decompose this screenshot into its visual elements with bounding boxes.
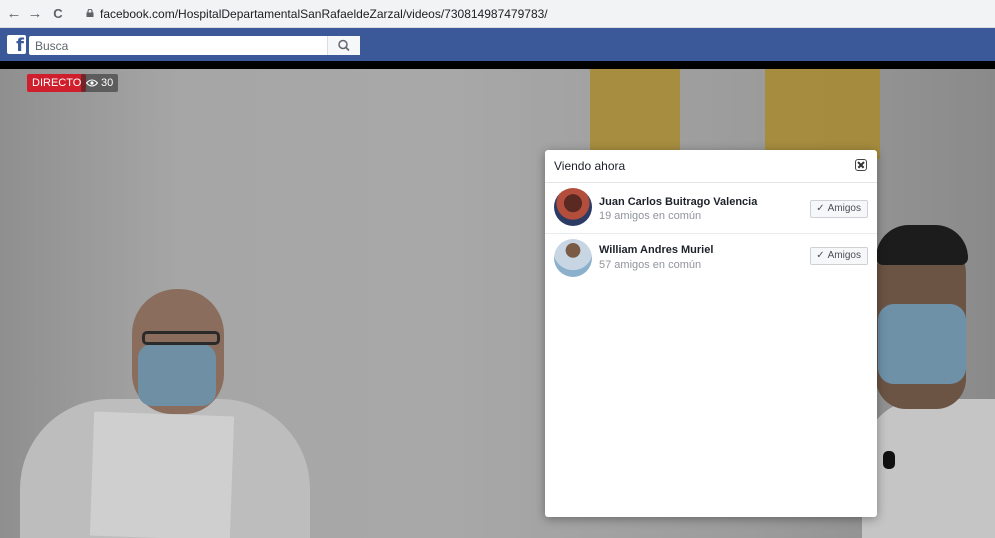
reload-icon[interactable]: C <box>48 4 68 24</box>
lock-icon <box>86 9 94 17</box>
presenter-right-mask <box>878 304 966 384</box>
dialog-title: Viendo ahora <box>554 159 626 173</box>
list-item: William Andres Muriel 57 amigos en común… <box>545 234 877 284</box>
presenter-left-mask <box>138 344 216 406</box>
facebook-logo-letter: f <box>16 35 24 56</box>
presenter-right-body <box>862 399 995 538</box>
flag-right <box>765 69 880 159</box>
presenter-left-glasses <box>142 331 220 345</box>
viewers-dialog: Viendo ahora Juan Carlos Buitrago Valenc… <box>545 150 877 517</box>
forward-arrow-icon[interactable]: → <box>25 4 45 24</box>
list-item: Juan Carlos Buitrago Valencia 19 amigos … <box>545 183 877 234</box>
facebook-logo-icon[interactable]: f <box>7 35 26 56</box>
header-divider <box>0 61 995 69</box>
viewer-name[interactable]: William Andres Muriel <box>599 244 713 256</box>
back-arrow-icon[interactable]: ← <box>4 4 24 24</box>
address-bar-url[interactable]: facebook.com/HospitalDepartamentalSanRaf… <box>100 4 548 24</box>
avatar[interactable] <box>554 188 592 226</box>
viewer-name[interactable]: Juan Carlos Buitrago Valencia <box>599 196 757 208</box>
friends-button-label: Amigos <box>827 250 861 261</box>
viewer-count-button[interactable]: 30 <box>81 74 119 92</box>
viewer-count: 30 <box>101 77 114 89</box>
avatar[interactable] <box>554 239 592 277</box>
browser-toolbar: ← → C facebook.com/HospitalDepartamental… <box>0 0 995 28</box>
search-button[interactable] <box>327 36 360 55</box>
search-box <box>29 36 360 55</box>
flag-left <box>590 69 680 159</box>
checkmark-icon: ✓ <box>816 203 825 214</box>
search-icon <box>338 39 350 52</box>
presenter-right-hair <box>876 225 968 265</box>
mutual-friends: 19 amigos en común <box>599 210 702 222</box>
close-icon[interactable] <box>855 159 867 171</box>
eye-icon <box>86 79 98 87</box>
friends-button[interactable]: ✓ Amigos <box>810 200 868 218</box>
friends-button-label: Amigos <box>827 203 861 214</box>
mutual-friends: 57 amigos en común <box>599 259 702 271</box>
dialog-header: Viendo ahora <box>545 150 877 183</box>
presenter-left-paper <box>89 411 235 538</box>
facebook-header: f <box>0 28 995 61</box>
search-input[interactable] <box>29 36 329 55</box>
live-badge: DIRECTO <box>27 74 87 92</box>
microphone-icon <box>883 451 895 469</box>
friends-button[interactable]: ✓ Amigos <box>810 247 868 265</box>
checkmark-icon: ✓ <box>816 250 825 261</box>
